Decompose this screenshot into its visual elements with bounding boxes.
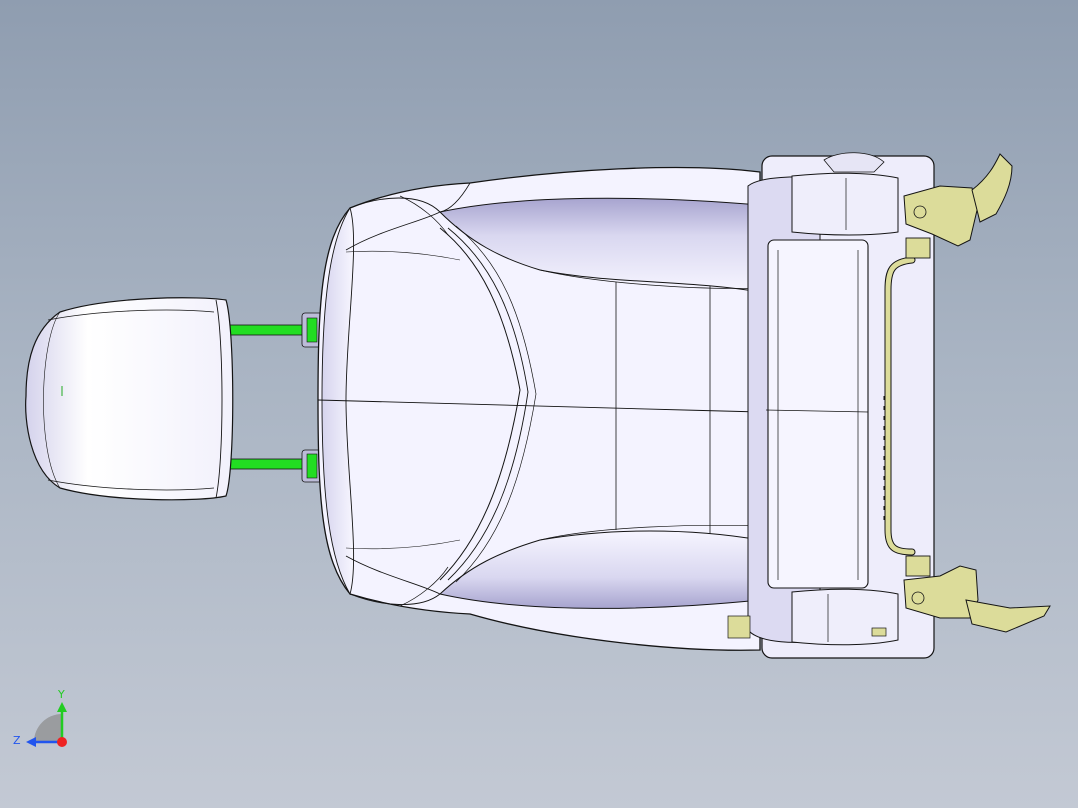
orientation-triad: Y Z bbox=[13, 688, 67, 747]
seat-cushion[interactable] bbox=[727, 152, 935, 659]
triad-quadrant bbox=[34, 714, 62, 742]
z-axis-arrow bbox=[26, 737, 36, 747]
x-axis-dot bbox=[57, 737, 67, 747]
headrest-posts bbox=[227, 312, 323, 483]
seat-model[interactable] bbox=[0, 0, 1078, 808]
seat-back[interactable] bbox=[317, 166, 761, 651]
3d-viewport[interactable]: Y Z bbox=[0, 0, 1078, 808]
y-axis-arrow bbox=[57, 702, 67, 712]
y-axis-label: Y bbox=[57, 688, 65, 701]
z-axis-label: Z bbox=[13, 734, 21, 747]
headrest[interactable] bbox=[25, 297, 234, 501]
